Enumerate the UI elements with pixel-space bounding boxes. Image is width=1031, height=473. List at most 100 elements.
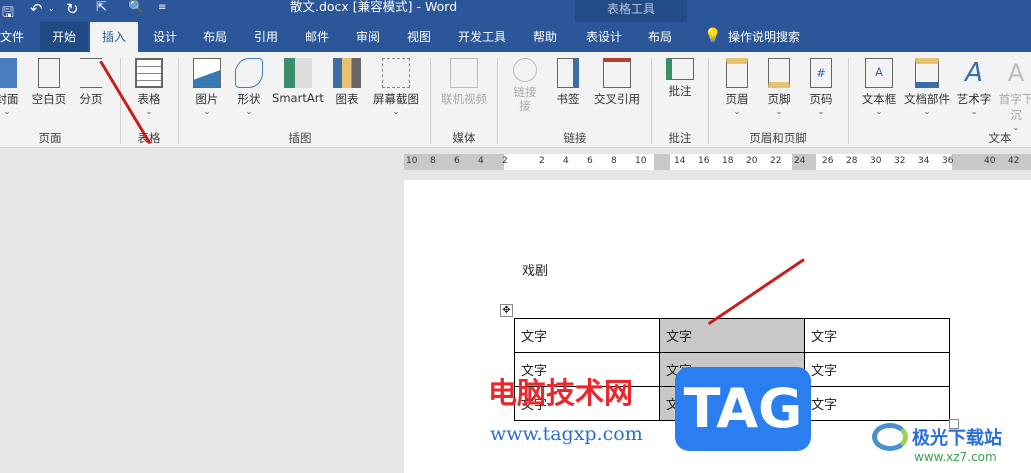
- ruler-tick: 34: [918, 156, 930, 166]
- table-move-handle-icon[interactable]: ✥: [500, 304, 513, 317]
- tab-mailings[interactable]: 邮件: [299, 22, 335, 52]
- tab-developer[interactable]: 开发工具: [452, 22, 512, 52]
- ruler-tick: 40: [984, 156, 996, 166]
- blank-page-button[interactable]: 空白页: [30, 58, 68, 107]
- header-button[interactable]: 页眉 ⌄: [722, 58, 752, 117]
- chart-icon: [333, 58, 361, 88]
- cross-reference-button[interactable]: 交叉引用: [590, 58, 644, 107]
- watermark-right-url: www.xz7.com: [914, 450, 997, 464]
- table-cell[interactable]: 文字: [804, 386, 950, 421]
- page-number-icon: #: [810, 58, 832, 88]
- text-box-button[interactable]: A 文本框 ⌄: [858, 58, 900, 117]
- header-icon: [726, 58, 748, 88]
- watermark-right-cn: 极光下载站: [912, 428, 1002, 449]
- table-button[interactable]: 表格 ⌄: [132, 58, 166, 117]
- tab-file[interactable]: 文件: [0, 22, 30, 52]
- tab-design[interactable]: 设计: [147, 22, 183, 52]
- link-button: 链接接: [510, 58, 540, 113]
- divider: [178, 58, 179, 144]
- quick-parts-button[interactable]: 文档部件 ⌄: [902, 58, 952, 117]
- pictures-button[interactable]: 图片 ⌄: [192, 58, 222, 117]
- ruler-tick: 4: [478, 156, 484, 166]
- ruler-tick: 4: [563, 156, 569, 166]
- group-links: 链接: [563, 131, 587, 145]
- ruler-tick: 6: [454, 156, 460, 166]
- ribbon-tabs: 文件 开始 插入 设计 布局 引用 邮件 审阅 视图 开发工具 帮助 表设计 布…: [0, 22, 1031, 52]
- table-tools-label: 表格工具: [607, 2, 656, 16]
- globe-link-icon: [513, 58, 537, 82]
- undo-dropdown-icon[interactable]: ⌄: [48, 4, 55, 13]
- ruler-tick: 28: [846, 156, 858, 166]
- ruler-tick: 18: [722, 156, 734, 166]
- chart-button[interactable]: 图表: [332, 58, 362, 107]
- page-number-button[interactable]: # 页码 ⌄: [806, 58, 836, 117]
- tab-help[interactable]: 帮助: [527, 22, 563, 52]
- divider: [848, 58, 849, 144]
- ruler-tick: 6: [587, 156, 593, 166]
- group-text: 文本: [988, 131, 1012, 145]
- customize-qat-icon[interactable]: ≡: [158, 2, 166, 13]
- table-cell[interactable]: 文字: [804, 318, 950, 353]
- smartart-button[interactable]: SmartArt: [270, 58, 326, 105]
- group-illustrations: 插图: [288, 131, 312, 145]
- tab-references[interactable]: 引用: [248, 22, 284, 52]
- document-heading: 戏剧: [522, 264, 549, 279]
- picture-icon: [193, 58, 221, 88]
- table-cell[interactable]: 文字: [659, 318, 805, 353]
- group-media: 媒体: [452, 131, 476, 145]
- group-pages: 页面: [38, 131, 62, 145]
- horizontal-ruler[interactable]: 10 8 6 4 2 2 4 6 8 10 14 16 18 20 22 24 26 28 30 32 34 36 40 42…: [404, 154, 1031, 170]
- divider: [497, 58, 498, 144]
- tag-logo: TAG: [675, 367, 811, 451]
- screenshot-icon: [382, 58, 410, 88]
- ruler-tick: 22: [770, 156, 782, 166]
- table-icon: [135, 58, 163, 88]
- bookmark-button[interactable]: 书签: [553, 58, 583, 107]
- ruler-tick: 24: [794, 156, 806, 166]
- drop-cap-button[interactable]: A 首字下沉 ⌄: [996, 58, 1031, 133]
- title-bar: 🖫 ↶ ⌄ ↻ ⇱ 🔍 ≡ 散文.docx [兼容模式] - Word: [0, 0, 1031, 22]
- screenshot-button[interactable]: 屏幕截图 ⌄: [368, 58, 424, 117]
- smartart-icon: [284, 58, 312, 88]
- ruler-tick: 8: [611, 156, 617, 166]
- tab-review[interactable]: 审阅: [350, 22, 386, 52]
- table-cell[interactable]: 文字: [514, 318, 660, 353]
- footer-button[interactable]: 页脚 ⌄: [764, 58, 794, 117]
- new-comment-icon: [666, 58, 694, 80]
- cross-reference-icon: [603, 58, 631, 88]
- print-preview-icon[interactable]: 🔍: [128, 0, 144, 15]
- ruler-tick: 2: [539, 156, 545, 166]
- tell-me-search[interactable]: 操作说明搜索: [722, 22, 806, 52]
- undo-icon[interactable]: ↶: [30, 0, 43, 18]
- redo-icon[interactable]: ↻: [66, 0, 79, 18]
- touch-mode-icon[interactable]: ⇱: [96, 0, 107, 15]
- tab-insert[interactable]: 插入: [90, 22, 138, 52]
- ruler-tick: 30: [870, 156, 882, 166]
- group-header-footer: 页眉和页脚: [749, 131, 807, 145]
- watermark-url: www.tagxp.com: [490, 423, 643, 445]
- cover-page-button[interactable]: 封面 ⌄: [0, 58, 22, 117]
- shapes-button[interactable]: 形状 ⌄: [234, 58, 264, 117]
- tab-table-layout[interactable]: 布局: [642, 22, 678, 52]
- tab-view[interactable]: 视图: [401, 22, 437, 52]
- lightbulb-icon: 💡: [704, 28, 722, 44]
- divider: [708, 58, 709, 144]
- tab-table-design[interactable]: 表设计: [580, 22, 628, 52]
- tab-layout[interactable]: 布局: [197, 22, 233, 52]
- wordart-button[interactable]: A 艺术字 ⌄: [954, 58, 994, 117]
- ruler-tick: 42: [1008, 156, 1020, 166]
- ruler-tick: 16: [698, 156, 710, 166]
- group-comments: 批注: [668, 131, 692, 145]
- xz7-logo-icon: [872, 423, 908, 451]
- ruler-tick: 2: [502, 156, 508, 166]
- footer-icon: [768, 58, 790, 88]
- tab-home[interactable]: 开始: [40, 22, 88, 52]
- table-cell[interactable]: 文字: [804, 352, 950, 387]
- ruler-tick: 20: [746, 156, 758, 166]
- comment-button[interactable]: 批注: [664, 58, 696, 99]
- ruler-tick: 32: [894, 156, 906, 166]
- drop-cap-icon: A: [1007, 59, 1025, 87]
- divider: [430, 58, 431, 144]
- bookmark-icon: [557, 58, 579, 88]
- online-video-icon: [450, 58, 478, 88]
